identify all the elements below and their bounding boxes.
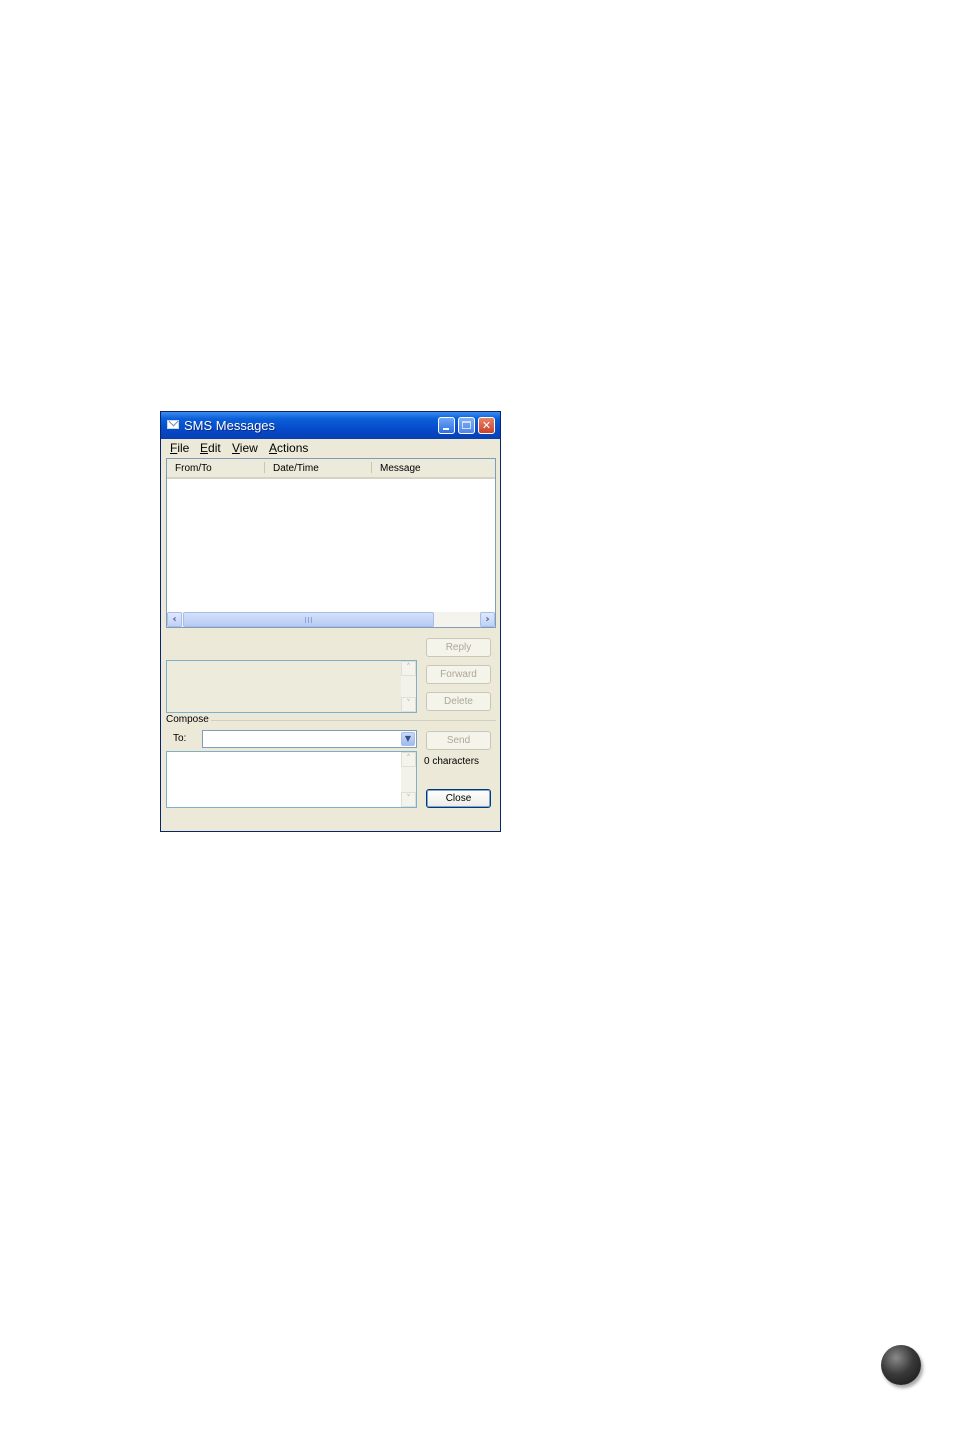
menu-edit[interactable]: Edit	[200, 441, 221, 455]
column-from-to[interactable]: From/To	[175, 463, 212, 474]
scroll-thumb[interactable]	[183, 612, 434, 627]
scroll-down-icon[interactable]: ˅	[401, 792, 416, 807]
title-bar[interactable]: SMS Messages ✕	[161, 412, 500, 439]
scroll-down-icon[interactable]: ˅	[401, 697, 416, 712]
delete-button[interactable]: Delete	[426, 692, 491, 711]
menu-view[interactable]: View	[232, 441, 258, 455]
scroll-up-icon[interactable]: ˄	[401, 661, 416, 676]
minimize-button[interactable]	[438, 417, 455, 434]
maximize-icon	[462, 421, 471, 429]
horizontal-scrollbar[interactable]: ‹ ›	[167, 612, 495, 627]
menu-file[interactable]: File	[170, 441, 189, 455]
message-list[interactable]: From/To Date/Time Message ‹ ›	[166, 458, 496, 628]
chevron-down-icon[interactable]: ▼	[401, 732, 415, 746]
close-window-button[interactable]: ✕	[478, 417, 495, 434]
vertical-scrollbar[interactable]: ˄ ˅	[401, 661, 416, 712]
recipient-dropdown[interactable]: ▼	[202, 730, 417, 748]
minimize-icon	[443, 428, 449, 430]
compose-group-label: Compose	[166, 714, 209, 725]
column-message[interactable]: Message	[380, 463, 421, 474]
column-date-time[interactable]: Date/Time	[273, 463, 319, 474]
scroll-up-icon[interactable]: ˄	[401, 752, 416, 767]
page-marker	[881, 1345, 921, 1385]
compose-divider	[211, 720, 496, 721]
window-title: SMS Messages	[184, 418, 276, 433]
character-count: 0 characters	[424, 756, 480, 767]
compose-message-input[interactable]: ˄ ˅	[166, 751, 417, 808]
grip-icon	[305, 617, 314, 623]
scroll-left-icon[interactable]: ‹	[167, 612, 182, 627]
column-divider[interactable]	[371, 462, 372, 473]
envelope-icon	[167, 420, 179, 429]
reply-button[interactable]: Reply	[426, 638, 491, 657]
sms-messages-window: SMS Messages ✕ File Edit View Actions Fr…	[160, 411, 501, 832]
maximize-button[interactable]	[458, 417, 475, 434]
close-button[interactable]: Close	[426, 789, 491, 808]
column-divider[interactable]	[264, 462, 265, 473]
menu-bar: File Edit View Actions	[161, 439, 500, 458]
forward-button[interactable]: Forward	[426, 665, 491, 684]
send-button[interactable]: Send	[426, 731, 491, 750]
to-label: To:	[173, 733, 187, 744]
vertical-scrollbar[interactable]: ˄ ˅	[401, 752, 416, 807]
menu-actions[interactable]: Actions	[269, 441, 308, 455]
message-preview[interactable]: ˄ ˅	[166, 660, 417, 713]
list-header: From/To Date/Time Message	[167, 459, 495, 479]
scroll-right-icon[interactable]: ›	[480, 612, 495, 627]
